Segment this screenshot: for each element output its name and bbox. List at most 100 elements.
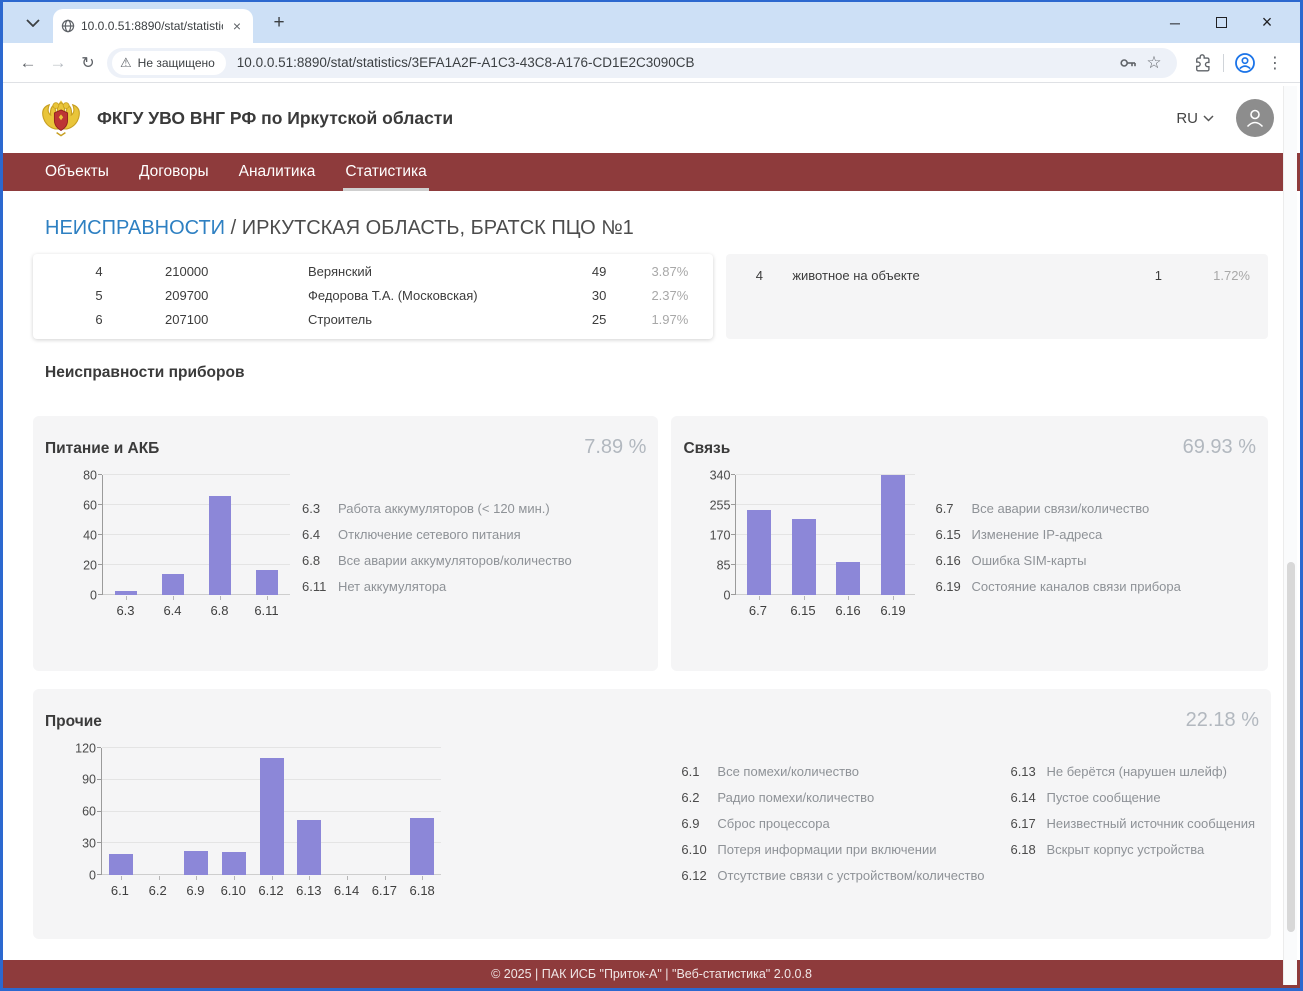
chart-percent: 7.89 % xyxy=(584,436,646,459)
nav-item-statistics[interactable]: Статистика xyxy=(345,153,426,191)
chevron-down-icon xyxy=(1203,115,1214,122)
bar xyxy=(297,820,321,875)
browser-menu-icon[interactable]: ⋮ xyxy=(1260,48,1290,78)
chart-panel-power: Питание и АКБ 7.89 % 020406080 6.36.46.8… xyxy=(33,416,658,671)
legend-item-label: Пустое сообщение xyxy=(1046,790,1160,805)
forward-button[interactable]: → xyxy=(43,48,73,78)
legend-item-code: 6.7 xyxy=(935,501,971,516)
tab-close-icon[interactable]: × xyxy=(229,18,245,34)
legend-item-label: Неизвестный источник сообщения xyxy=(1046,816,1255,831)
y-tick-label: 80 xyxy=(83,469,97,482)
y-tick-label: 120 xyxy=(75,742,96,755)
cell-code: 210000 xyxy=(165,264,308,279)
bar-slot xyxy=(140,748,178,875)
nav-item-objects[interactable]: Объекты xyxy=(45,153,109,191)
table-row: 4 животное на объекте 1 1.72% xyxy=(726,263,1268,287)
url-bar[interactable]: ⚠ Не защищено 10.0.0.51:8890/stat/statis… xyxy=(107,48,1177,78)
site-footer: © 2025 | ПАК ИСБ "Приток-А" | "Веб-стати… xyxy=(3,960,1300,988)
browser-tab[interactable]: 10.0.0.51:8890/stat/statistics/3E × xyxy=(53,9,253,43)
reload-button[interactable]: ↻ xyxy=(73,48,103,78)
security-chip[interactable]: ⚠ Не защищено xyxy=(112,51,226,75)
bar-slot xyxy=(781,475,826,595)
bar-slot xyxy=(871,475,916,595)
legend-item-label: Отсутствие связи с устройством/количеств… xyxy=(717,868,984,883)
bar-slot xyxy=(826,475,871,595)
legend-item-label: Радио помехи/количество xyxy=(717,790,874,805)
cell-count: 30 xyxy=(546,288,606,303)
bar xyxy=(162,574,184,595)
nav-item-analytics[interactable]: Аналитика xyxy=(239,153,316,191)
panel-header: Связь 69.93 % xyxy=(683,416,1256,459)
section-title: Неисправности приборов xyxy=(45,364,1268,382)
nav-item-contracts[interactable]: Договоры xyxy=(139,153,209,191)
legend-item-code: 6.2 xyxy=(681,790,717,805)
top-table-right: 4 животное на объекте 1 1.72% xyxy=(726,254,1268,339)
bar-slot xyxy=(150,475,197,595)
table-row: 6 207100 Строитель 25 1.97% xyxy=(33,307,713,331)
y-tick-label: 255 xyxy=(710,499,731,512)
y-tick-label: 90 xyxy=(82,774,96,787)
user-avatar[interactable] xyxy=(1236,99,1274,137)
bar xyxy=(256,570,278,596)
bookmark-star-icon[interactable]: ☆ xyxy=(1141,50,1167,76)
y-tick-mark xyxy=(731,504,735,505)
legend-item: 6.17Неизвестный источник сообщения xyxy=(1010,810,1255,836)
legend: 6.3Работа аккумуляторов (< 120 мин.)6.4О… xyxy=(302,475,572,618)
bar-slot xyxy=(328,748,366,875)
y-tick-label: 30 xyxy=(82,837,96,850)
new-tab-button[interactable]: + xyxy=(265,9,293,37)
bar xyxy=(109,854,133,875)
x-axis: 6.16.26.96.106.126.136.146.176.18 xyxy=(101,883,441,898)
plot xyxy=(101,748,441,875)
tab-search-button[interactable] xyxy=(19,9,47,37)
language-selector[interactable]: RU xyxy=(1176,110,1214,127)
bar xyxy=(222,852,246,875)
toolbar-separator xyxy=(1223,54,1224,72)
chart-percent: 69.93 % xyxy=(1183,436,1256,459)
bar-chart: 085170255340 6.76.156.166.19 xyxy=(690,475,915,618)
scrollbar-thumb[interactable] xyxy=(1287,562,1295,932)
profile-avatar-icon[interactable] xyxy=(1230,48,1260,78)
legend-item: 6.2Радио помехи/количество xyxy=(681,784,984,810)
chart-row: 0306090120 6.16.26.96.106.126.136.146.17… xyxy=(45,748,1259,898)
legend-item: 6.10Потеря информации при включении xyxy=(681,836,984,862)
legend-item: 6.15Изменение IP-адреса xyxy=(935,521,1180,547)
cell-count: 1 xyxy=(1102,268,1162,283)
table-row: 5 209700 Федорова Т.А. (Московская) 30 2… xyxy=(33,283,713,307)
legend-item-code: 6.17 xyxy=(1010,816,1046,831)
y-tick-mark xyxy=(98,564,102,565)
cell-rank: 5 xyxy=(33,288,165,303)
x-axis: 6.36.46.86.11 xyxy=(102,603,290,618)
cell-name: Строитель xyxy=(308,312,546,327)
legend-item-code: 6.3 xyxy=(302,501,338,516)
y-tick-label: 0 xyxy=(89,869,96,882)
password-key-icon[interactable] xyxy=(1115,50,1141,76)
cell-percent: 3.87% xyxy=(606,264,688,279)
minimize-button[interactable]: ─ xyxy=(1152,8,1198,38)
language-label: RU xyxy=(1176,110,1198,127)
y-tick-mark xyxy=(731,474,735,475)
bar-slot xyxy=(366,748,404,875)
close-button[interactable]: × xyxy=(1244,8,1290,38)
page-scrollbar[interactable] xyxy=(1283,86,1297,985)
tab-title: 10.0.0.51:8890/stat/statistics/3E xyxy=(81,19,223,33)
bar-slot xyxy=(736,475,781,595)
cell-code: 209700 xyxy=(165,288,308,303)
top-tables-row: 4 210000 Верянский 49 3.87% 5 209700 Фед… xyxy=(33,254,1268,339)
extensions-icon[interactable] xyxy=(1187,48,1217,78)
maximize-button[interactable] xyxy=(1198,8,1244,38)
legend-item-code: 6.14 xyxy=(1010,790,1046,805)
x-tick-label: 6.1 xyxy=(101,883,139,898)
person-icon xyxy=(1244,107,1266,129)
bar-slot xyxy=(290,748,328,875)
legend-item-label: Работа аккумуляторов (< 120 мин.) xyxy=(338,501,550,516)
legend-item-code: 6.8 xyxy=(302,553,338,568)
warning-icon: ⚠ xyxy=(120,55,132,71)
top-table-left: 4 210000 Верянский 49 3.87% 5 209700 Фед… xyxy=(33,254,713,339)
y-tick-label: 170 xyxy=(710,529,731,542)
x-tick-label: 6.9 xyxy=(177,883,215,898)
back-button[interactable]: ← xyxy=(13,48,43,78)
y-tick-mark xyxy=(97,842,101,843)
breadcrumb-section[interactable]: НЕИСПРАВНОСТИ xyxy=(45,217,225,239)
chart-title: Питание и АКБ xyxy=(45,440,159,458)
